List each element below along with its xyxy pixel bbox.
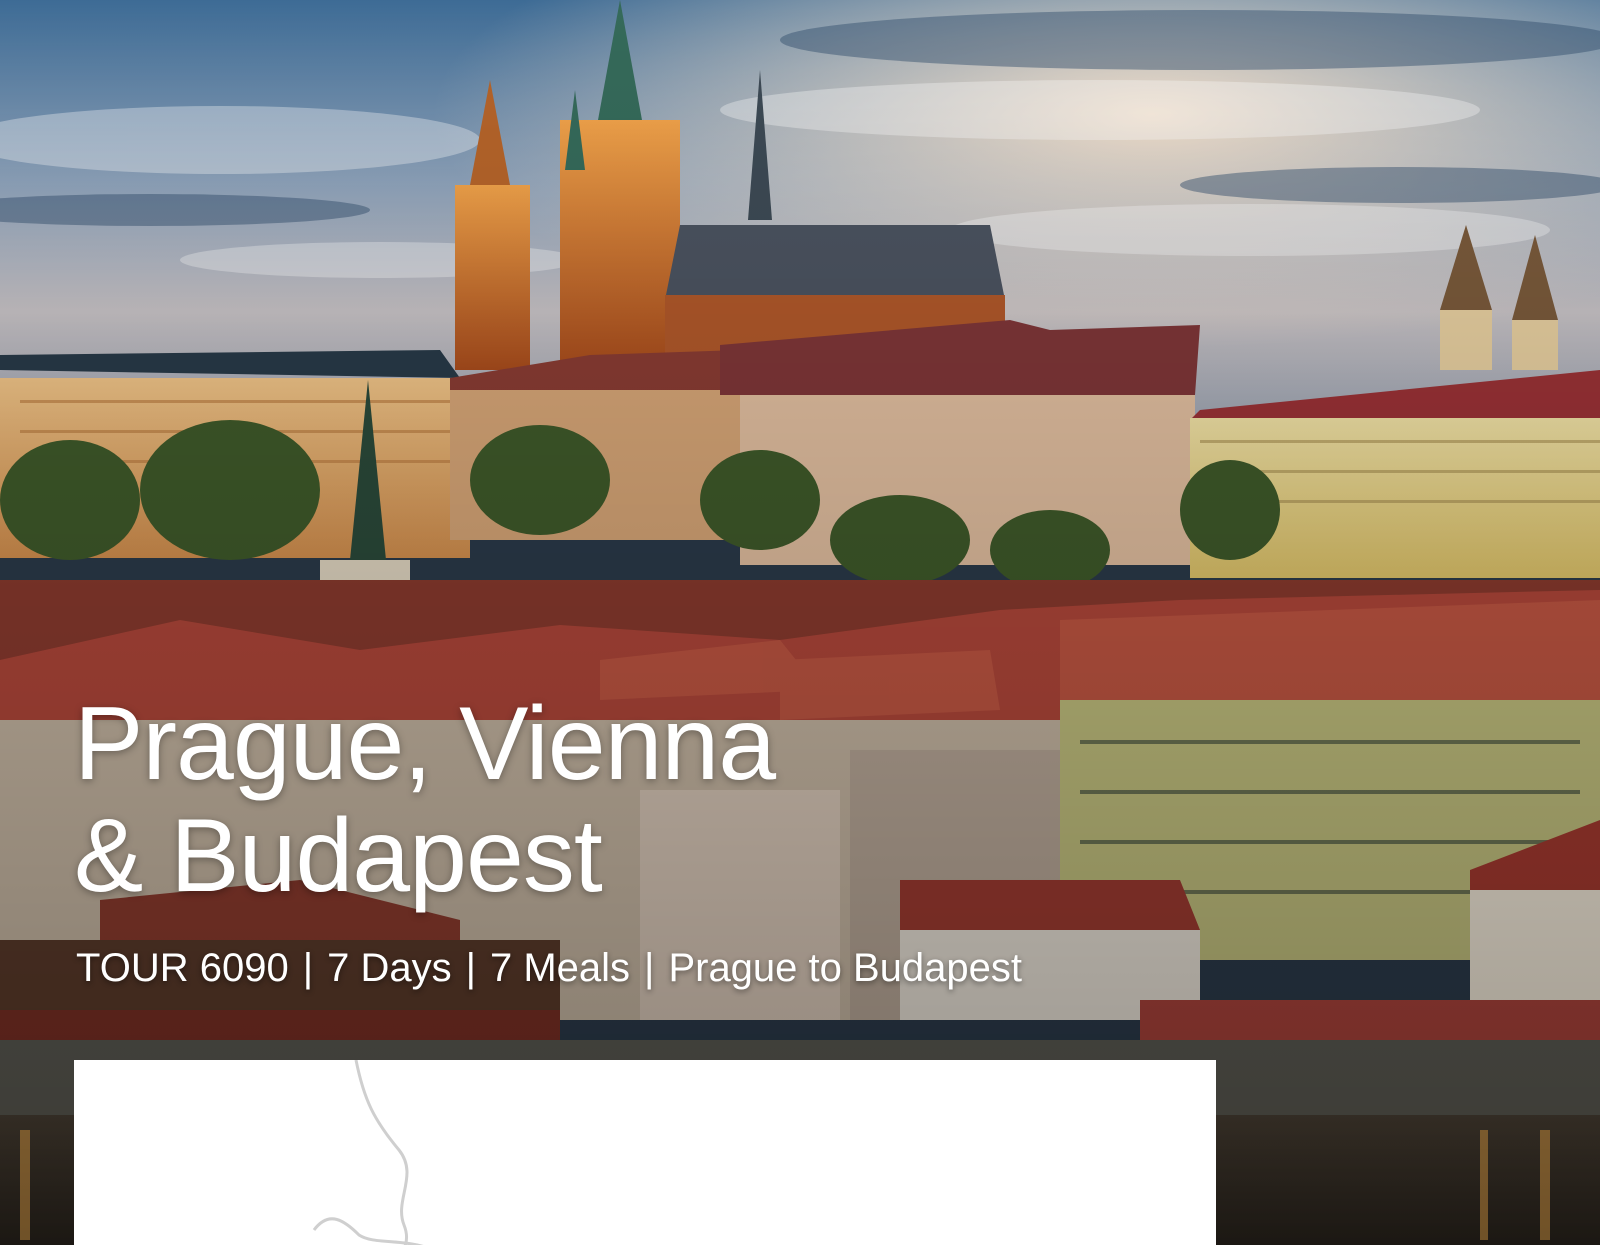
tour-code: TOUR 6090 bbox=[76, 946, 289, 990]
map-border-line bbox=[312, 1217, 424, 1245]
tour-route: Prague to Budapest bbox=[668, 946, 1023, 990]
tour-title-line-1: Prague, Vienna bbox=[74, 686, 776, 802]
tour-details: TOUR 6090 | 7 Days | 7 Meals | Prague to Budap… bbox=[76, 944, 1022, 992]
tour-meals: 7 Meals bbox=[489, 946, 631, 990]
prague-castle-photo bbox=[0, 0, 1600, 1245]
separator: | bbox=[644, 946, 655, 990]
tour-title-line-2: & Budapest bbox=[74, 798, 603, 914]
tour-days: 7 Days bbox=[327, 946, 452, 990]
tour-title: Prague, Vienna & Budapest bbox=[74, 686, 776, 914]
route-map bbox=[312, 1060, 424, 1245]
separator: | bbox=[302, 946, 314, 990]
route-map-panel bbox=[74, 1060, 1216, 1245]
hero-banner: Prague, Vienna & Budapest TOUR 6090 | 7 Da… bbox=[0, 0, 1600, 1245]
map-border-line bbox=[354, 1060, 409, 1245]
separator: | bbox=[465, 946, 476, 990]
